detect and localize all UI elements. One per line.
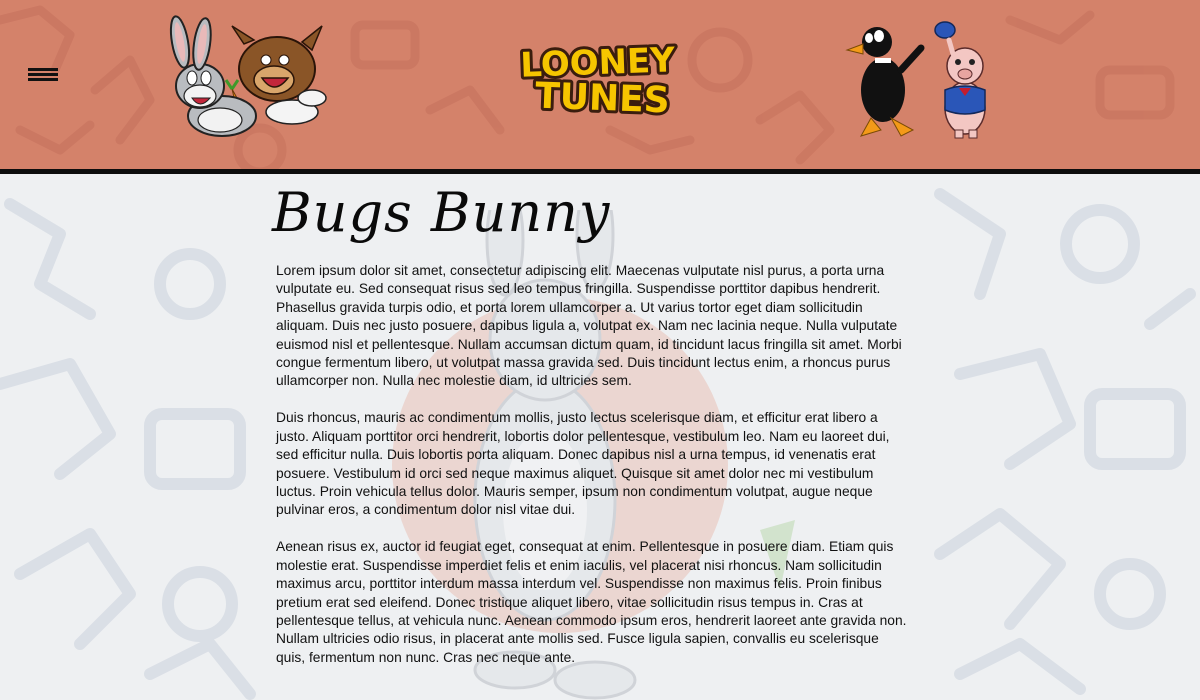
main-content: Bugs Bunny Lorem ipsum dolor sit amet, c… (272, 178, 916, 686)
site-header: LOONEY LOONEY TUNES TUNES (0, 0, 1200, 169)
body-paragraph-2: Duis rhoncus, mauris ac condimentum moll… (276, 410, 890, 518)
daffy-and-porky-illustration (845, 21, 986, 139)
menu-bar (28, 68, 58, 71)
menu-bar (28, 78, 58, 81)
hamburger-menu-icon[interactable] (28, 68, 60, 86)
svg-text:TUNES: TUNES (535, 76, 671, 120)
page-title: Bugs Bunny (272, 181, 611, 244)
menu-bar (28, 73, 58, 76)
looney-tunes-logo: LOONEY LOONEY TUNES TUNES (517, 38, 679, 120)
body-paragraph-1: Lorem ipsum dolor sit amet, consectetur … (276, 263, 902, 389)
body-paragraph-3: Aenean risus ex, auctor id feugiat eget,… (276, 539, 907, 665)
bugs-and-taz-illustration (169, 15, 327, 137)
